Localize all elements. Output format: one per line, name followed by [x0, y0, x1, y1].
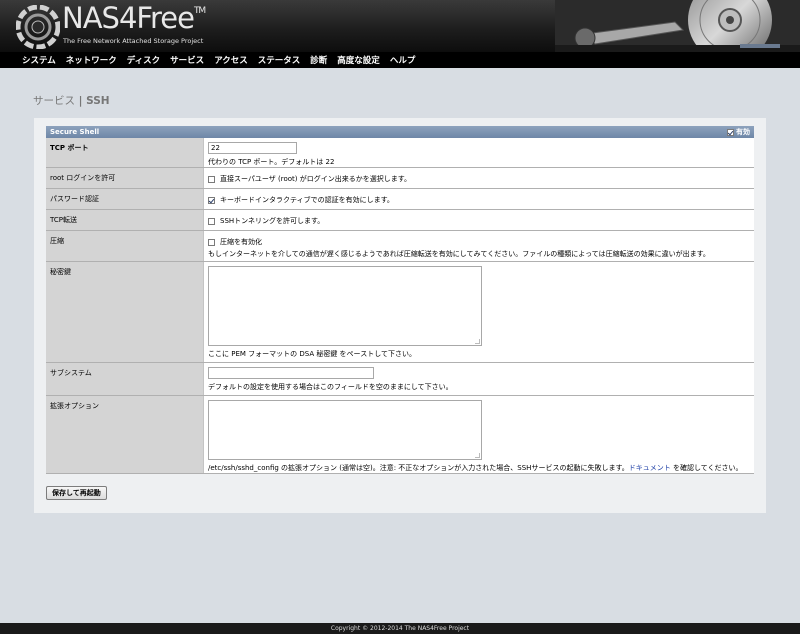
tcp-forward-desc: SSHトンネリングを許可します。 — [220, 217, 325, 225]
password-auth-checkbox[interactable] — [208, 196, 215, 204]
row-tcp-forward: TCP転送 SSHトンネリングを許可します。 — [46, 210, 754, 231]
password-auth-cell: キーボードインタラクティブでの認証を有効にします。 — [204, 189, 754, 209]
row-private-key: 秘密鍵 ここに PEM フォーマットの DSA 秘密鍵 をペーストして下さい。 — [46, 262, 754, 363]
extra-options-cell: /etc/ssh/sshd_config の拡張オプション (通常は空)。注意:… — [204, 396, 754, 473]
row-subsystem: サブシステム デフォルトの設定を使用する場合はこのフィールドを空のままにして下さ… — [46, 363, 754, 396]
ssh-settings-form: Secure Shell 有効 TCP ポート 22 代わりの TCP ポート。… — [46, 126, 754, 474]
extra-options-hint-text: /etc/ssh/sshd_config の拡張オプション (通常は空)。注意:… — [208, 464, 629, 472]
nav-diagnostics[interactable]: 診断 — [310, 54, 327, 66]
page-title-section[interactable]: サービス — [33, 95, 75, 107]
footer-copyright: Copyright © 2012-2014 The NAS4Free Proje… — [0, 623, 800, 634]
header-banner: NAS4FreeTM The Free Network Attached Sto… — [0, 0, 800, 52]
nas4free-logo-icon — [16, 5, 60, 49]
compression-label: 圧縮 — [46, 231, 204, 261]
root-login-cell: 直接スーパユーザ (root) がログイン出来るかを選択します。 — [204, 168, 754, 188]
nav-advanced[interactable]: 高度な設定 — [337, 54, 380, 66]
section-header: Secure Shell 有効 — [46, 126, 754, 138]
content-panel: Secure Shell 有効 TCP ポート 22 代わりの TCP ポート。… — [34, 118, 766, 513]
enable-checkbox[interactable] — [727, 128, 734, 136]
tcp-port-label: TCP ポート — [46, 138, 204, 167]
nav-help[interactable]: ヘルプ — [390, 54, 416, 66]
tcp-forward-label: TCP転送 — [46, 210, 204, 230]
tcp-port-input[interactable]: 22 — [208, 142, 297, 154]
private-key-label: 秘密鍵 — [46, 262, 204, 362]
nav-status[interactable]: ステータス — [258, 54, 301, 66]
subsystem-hint: デフォルトの設定を使用する場合はこのフィールドを空のままにして下さい。 — [208, 383, 453, 391]
subsystem-label: サブシステム — [46, 363, 204, 395]
page-title-name: SSH — [86, 95, 110, 107]
main-nav: システム ネットワーク ディスク サービス アクセス ステータス 診断 高度な設… — [0, 52, 800, 68]
subsystem-input[interactable] — [208, 367, 374, 379]
tcp-port-cell: 22 代わりの TCP ポート。デフォルトは 22 — [204, 138, 754, 167]
root-login-desc: 直接スーパユーザ (root) がログイン出来るかを選択します。 — [220, 175, 412, 183]
section-title: Secure Shell — [50, 128, 100, 136]
extra-options-label: 拡張オプション — [46, 396, 204, 473]
logo-subtitle: The Free Network Attached Storage Projec… — [63, 37, 204, 45]
enable-label: 有効 — [736, 128, 750, 136]
tcp-port-hint: 代わりの TCP ポート。デフォルトは 22 — [208, 158, 335, 166]
root-login-checkbox[interactable] — [208, 175, 215, 183]
private-key-cell: ここに PEM フォーマットの DSA 秘密鍵 をペーストして下さい。 — [204, 262, 754, 362]
compression-hint: もしインターネットを介しての通信が遅く感じるようであれば圧縮転送を有効にしてみて… — [208, 250, 710, 258]
compression-checkbox[interactable] — [208, 238, 215, 246]
logo-text: NAS4FreeTM — [62, 1, 206, 35]
password-auth-label: パスワード認証 — [46, 189, 204, 209]
nav-system[interactable]: システム — [22, 54, 56, 66]
private-key-textarea[interactable] — [208, 266, 482, 346]
nav-access[interactable]: アクセス — [214, 54, 248, 66]
row-tcp-port: TCP ポート 22 代わりの TCP ポート。デフォルトは 22 — [46, 138, 754, 168]
row-extra-options: 拡張オプション /etc/ssh/sshd_config の拡張オプション (通… — [46, 396, 754, 474]
hard-disk-icon — [555, 0, 800, 52]
nav-services[interactable]: サービス — [170, 54, 204, 66]
password-auth-desc: キーボードインタラクティブでの認証を有効にします。 — [220, 196, 394, 204]
compression-cell: 圧縮を有効化 もしインターネットを介しての通信が遅く感じるようであれば圧縮転送を… — [204, 231, 754, 261]
root-login-label: root ログインを許可 — [46, 168, 204, 188]
tcp-forward-checkbox[interactable] — [208, 217, 215, 225]
nav-disks[interactable]: ディスク — [127, 54, 160, 66]
subsystem-cell: デフォルトの設定を使用する場合はこのフィールドを空のままにして下さい。 — [204, 363, 754, 395]
row-password-auth: パスワード認証 キーボードインタラクティブでの認証を有効にします。 — [46, 189, 754, 210]
tcp-forward-cell: SSHトンネリングを許可します。 — [204, 210, 754, 230]
page-title-sep: | — [75, 95, 87, 107]
save-restart-button[interactable]: 保存して再起動 — [46, 486, 107, 500]
enable-toggle[interactable]: 有効 — [727, 127, 750, 137]
private-key-hint: ここに PEM フォーマットの DSA 秘密鍵 をペーストして下さい。 — [208, 350, 417, 358]
row-root-login: root ログインを許可 直接スーパユーザ (root) がログイン出来るかを選… — [46, 168, 754, 189]
extra-options-hint: /etc/ssh/sshd_config の拡張オプション (通常は空)。注意:… — [208, 463, 750, 473]
documentation-link[interactable]: ドキュメント — [629, 464, 671, 472]
page-title: サービス | SSH — [33, 93, 110, 108]
extra-options-textarea[interactable] — [208, 400, 482, 460]
extra-options-hint-end: を確認してください。 — [670, 464, 743, 472]
nav-network[interactable]: ネットワーク — [66, 54, 117, 66]
compression-desc: 圧縮を有効化 — [220, 238, 262, 246]
row-compression: 圧縮 圧縮を有効化 もしインターネットを介しての通信が遅く感じるようであれば圧縮… — [46, 231, 754, 262]
